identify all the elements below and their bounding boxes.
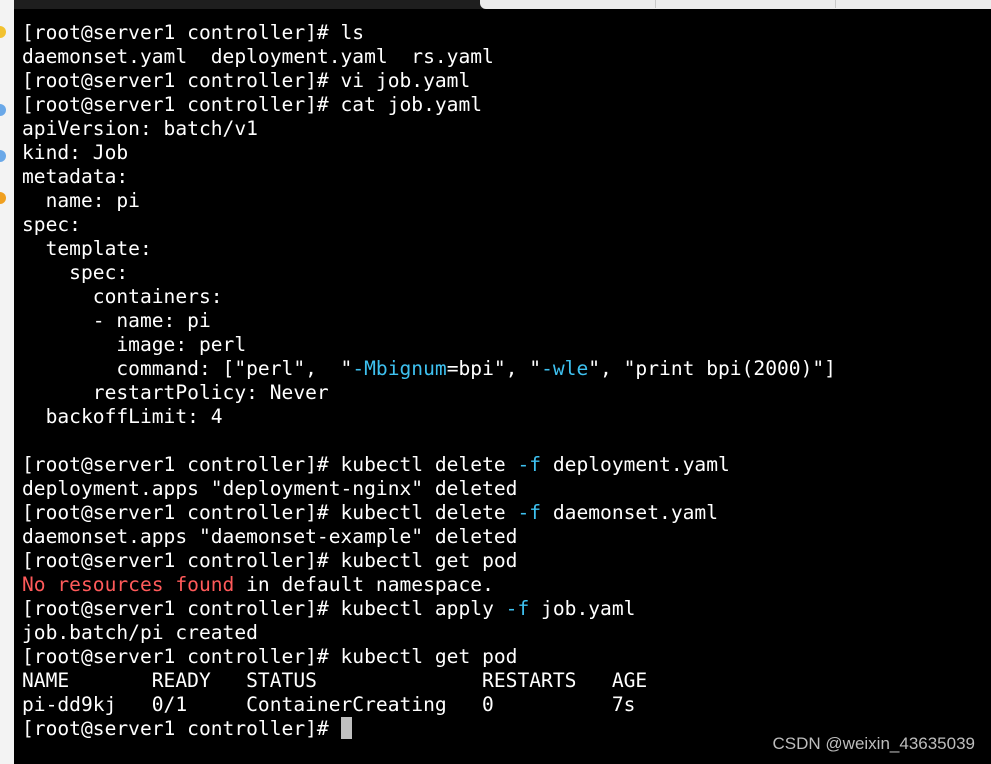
output-text: NAME READY STATUS RESTARTS AGE (22, 669, 648, 692)
command-text: daemonset.yaml (541, 501, 719, 524)
command-line: [root@server1 controller]# kubectl apply… (22, 597, 836, 621)
watermark: CSDN @weixin_43635039 (772, 734, 975, 753)
shell-prompt: [root@server1 controller]# (22, 597, 341, 620)
orange-icon (0, 192, 6, 204)
yaml-line: name: pi (22, 189, 836, 213)
yaml-line: template: (22, 237, 836, 261)
terminal-window[interactable]: [root@server1 controller]# ls daemonset.y… (14, 9, 991, 764)
yaml-text: backoffLimit: 4 (22, 405, 223, 428)
yaml-line: command: ["perl", "-Mbignum=bpi", "-wle"… (22, 357, 836, 381)
yaml-text: command: ["perl", " (22, 357, 353, 380)
yaml-text: spec: (22, 261, 129, 284)
output-text: in default namespace. (234, 573, 494, 596)
shell-prompt: [root@server1 controller]# (22, 453, 341, 476)
yaml-line: restartPolicy: Never (22, 381, 836, 405)
yaml-line: apiVersion: batch/v1 (22, 117, 836, 141)
text-cursor (340, 717, 352, 739)
shell-prompt: [root@server1 controller]# (22, 93, 341, 116)
yaml-text: - name: pi (22, 309, 211, 332)
command-flag: -f (517, 453, 542, 476)
yaml-line: - name: pi (22, 309, 836, 333)
yaml-text: containers: (22, 285, 223, 308)
command-text: cat job.yaml (340, 93, 483, 116)
command-text: job.yaml (529, 597, 636, 620)
command-line: [root@server1 controller]# kubectl delet… (22, 453, 836, 477)
command-text: kubectl apply (340, 597, 506, 620)
output-text: daemonset.yaml deployment.yaml rs.yaml (22, 45, 494, 68)
command-text: ls (340, 21, 365, 44)
output-text: daemonset.apps "daemonset-example" delet… (22, 525, 518, 548)
yaml-text: =bpi", " (446, 357, 542, 380)
yaml-line: spec: (22, 213, 836, 237)
terminal-output: [root@server1 controller]# ls daemonset.y… (22, 21, 836, 741)
command-text: kubectl delete (340, 453, 518, 476)
tab-separator (835, 0, 836, 8)
yaml-flag: -wle (541, 357, 589, 380)
output-text: deployment.apps "deployment-nginx" delet… (22, 477, 518, 500)
yaml-line: spec: (22, 261, 836, 285)
command-text: vi job.yaml (340, 69, 471, 92)
yaml-text: template: (22, 237, 152, 260)
error-line: No resources found in default namespace. (22, 573, 836, 597)
command-flag: -f (505, 597, 530, 620)
yaml-line: containers: (22, 285, 836, 309)
command-line: [root@server1 controller]# kubectl get p… (22, 549, 836, 573)
command-flag: -f (517, 501, 542, 524)
output-text: job.batch/pi created (22, 621, 258, 644)
command-line: [root@server1 controller]# vi job.yaml (22, 69, 836, 93)
yaml-text: restartPolicy: Never (22, 381, 329, 404)
blue-icon (0, 150, 6, 162)
yaml-text: image: perl (22, 333, 247, 356)
shell-prompt: [root@server1 controller]# (22, 549, 341, 572)
shell-prompt: [root@server1 controller]# (22, 69, 341, 92)
command-text: kubectl get pod (340, 549, 518, 572)
yaml-text: spec: (22, 213, 81, 236)
yellow-icon (0, 26, 6, 38)
shell-prompt: [root@server1 controller]# (22, 501, 341, 524)
yaml-flag: -Mbignum (352, 357, 447, 380)
shell-prompt: [root@server1 controller]# (22, 645, 341, 668)
command-line: [root@server1 controller]# kubectl get p… (22, 645, 836, 669)
yaml-line: backoffLimit: 4 (22, 405, 836, 429)
yaml-text: apiVersion: batch/v1 (22, 117, 258, 140)
command-text: deployment.yaml (541, 453, 730, 476)
yaml-text: kind: Job (22, 141, 129, 164)
shell-prompt: [root@server1 controller]# (22, 21, 341, 44)
tab-bar[interactable] (480, 0, 991, 9)
command-line: [root@server1 controller]# ls (22, 21, 836, 45)
tab-separator (655, 0, 656, 8)
blue-icon (0, 104, 6, 116)
yaml-line: metadata: (22, 165, 836, 189)
command-line: [root@server1 controller]# cat job.yaml (22, 93, 836, 117)
shell-prompt: [root@server1 controller]# (22, 717, 341, 740)
output-text: pi-dd9kj 0/1 ContainerCreating 0 7s (22, 693, 636, 716)
output-line: pi-dd9kj 0/1 ContainerCreating 0 7s (22, 693, 836, 717)
sidebar-strip (0, 0, 15, 764)
yaml-line: image: perl (22, 333, 836, 357)
command-text: kubectl get pod (340, 645, 518, 668)
command-line: [root@server1 controller]# kubectl delet… (22, 501, 836, 525)
output-line: daemonset.apps "daemonset-example" delet… (22, 525, 836, 549)
yaml-text: metadata: (22, 165, 129, 188)
output-line: daemonset.yaml deployment.yaml rs.yaml (22, 45, 836, 69)
output-line: deployment.apps "deployment-nginx" delet… (22, 477, 836, 501)
command-text: kubectl delete (340, 501, 518, 524)
active-prompt-line[interactable]: [root@server1 controller]# (22, 717, 836, 741)
yaml-text: ", "print bpi(2000)"] (588, 357, 836, 380)
yaml-text: name: pi (22, 189, 140, 212)
output-line: job.batch/pi created (22, 621, 836, 645)
error-text: No resources found (22, 573, 235, 596)
yaml-line: kind: Job (22, 141, 836, 165)
output-line: NAME READY STATUS RESTARTS AGE (22, 669, 836, 693)
